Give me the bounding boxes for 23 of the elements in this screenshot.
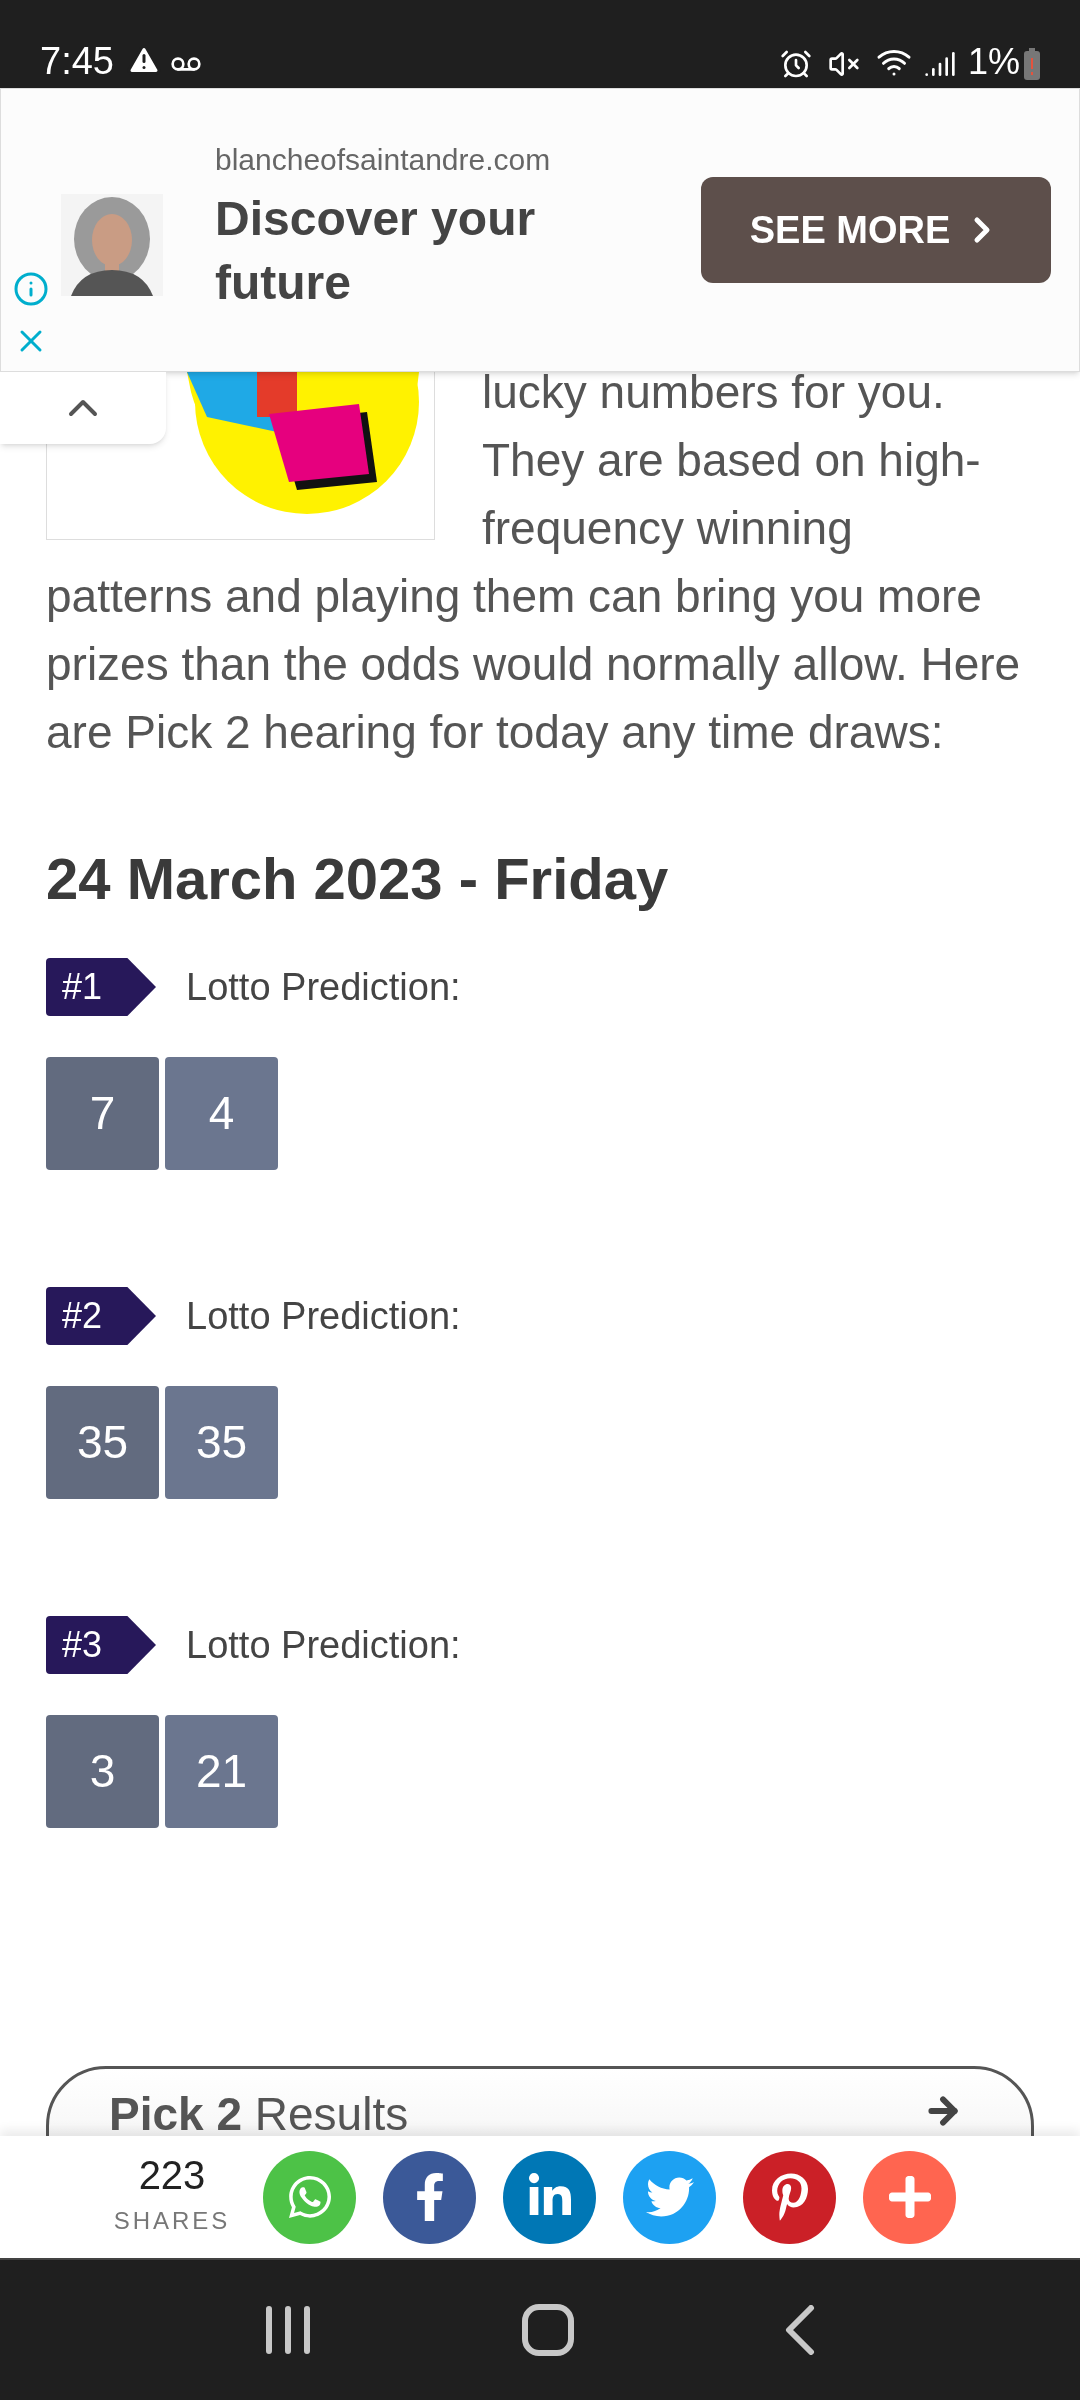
recent-apps-icon[interactable] xyxy=(265,2306,312,2354)
ad-headline: Discover your future xyxy=(215,191,537,311)
prediction-badge: #2 xyxy=(46,1287,156,1345)
prediction-label: Lotto Prediction: xyxy=(186,1293,461,1339)
share-count: 223 xyxy=(138,2155,206,2195)
info-icon[interactable] xyxy=(13,271,49,307)
prediction-badge: #3 xyxy=(46,1616,156,1674)
results-title: Pick 2 Results xyxy=(109,2091,410,2136)
prediction-label: Lotto Prediction: xyxy=(186,1622,461,1668)
battery-icon xyxy=(1024,48,1040,80)
battery-percent: 1% xyxy=(967,44,1020,80)
ad-domain: blancheofsaintandre.com xyxy=(215,145,552,175)
intro-paragraph-continued: patterns and playing them can bring you more prizes than the odds would normally allow. Here are Pick 2 hearing for today any time draws: xyxy=(46,569,1022,760)
results-link-card[interactable]: Pick 2 Results xyxy=(46,2066,1034,2136)
home-icon[interactable] xyxy=(522,2304,574,2356)
alarm-icon xyxy=(779,48,812,80)
intro-paragraph: lucky numbers for you. They are based on high-frequency winning xyxy=(482,372,982,556)
clock-time: 7:45 xyxy=(40,42,114,80)
shares-label: SHARES xyxy=(113,2206,231,2236)
see-more-button[interactable]: SEE MORE xyxy=(701,177,1051,283)
prediction-label: Lotto Prediction: xyxy=(186,964,461,1010)
prediction-badge: #1 xyxy=(46,958,156,1016)
back-icon[interactable] xyxy=(784,2305,815,2355)
